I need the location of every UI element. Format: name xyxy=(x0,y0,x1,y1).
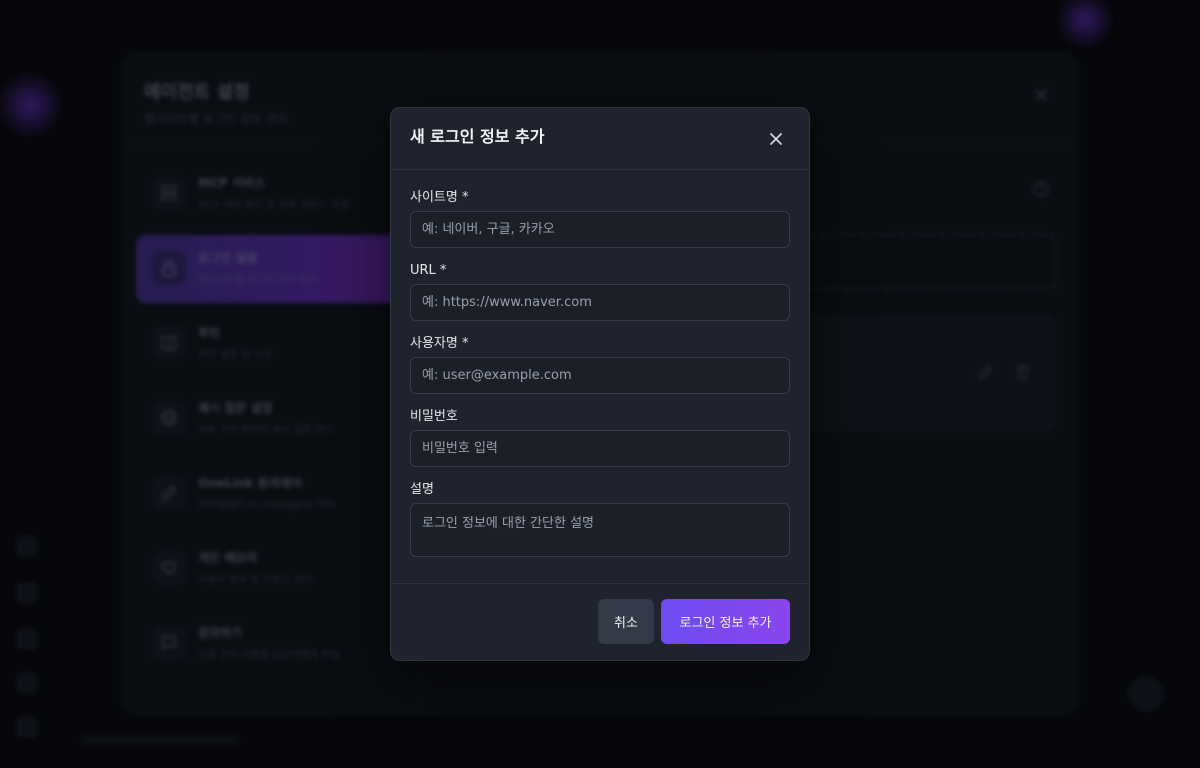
password-input[interactable] xyxy=(410,430,790,467)
description-label: 설명 xyxy=(410,482,434,497)
modal-body: 사이트명 * URL * 사용자명 * 비밀번호 설명 xyxy=(391,170,809,561)
close-icon[interactable] xyxy=(768,131,784,147)
url-input[interactable] xyxy=(410,284,790,321)
add-login-modal: 새 로그인 정보 추가 사이트명 * URL * 사용자명 * 비밀번호 설명 … xyxy=(390,107,810,661)
url-field: URL * xyxy=(410,262,790,321)
username-label: 사용자명 * xyxy=(410,336,469,351)
site-name-input[interactable] xyxy=(410,211,790,248)
username-field: 사용자명 * xyxy=(410,335,790,394)
modal-title: 새 로그인 정보 추가 xyxy=(410,127,545,146)
username-input[interactable] xyxy=(410,357,790,394)
cancel-button[interactable]: 취소 xyxy=(598,599,654,644)
site-name-field: 사이트명 * xyxy=(410,189,790,248)
modal-footer: 취소 로그인 정보 추가 xyxy=(391,583,809,660)
description-field: 설명 xyxy=(410,481,790,561)
url-label: URL * xyxy=(410,263,447,278)
password-label: 비밀번호 xyxy=(410,409,458,424)
site-name-label: 사이트명 * xyxy=(410,190,469,205)
password-field: 비밀번호 xyxy=(410,408,790,467)
description-textarea[interactable] xyxy=(410,503,790,557)
modal-header: 새 로그인 정보 추가 xyxy=(391,108,809,170)
add-login-button[interactable]: 로그인 정보 추가 xyxy=(661,599,790,644)
